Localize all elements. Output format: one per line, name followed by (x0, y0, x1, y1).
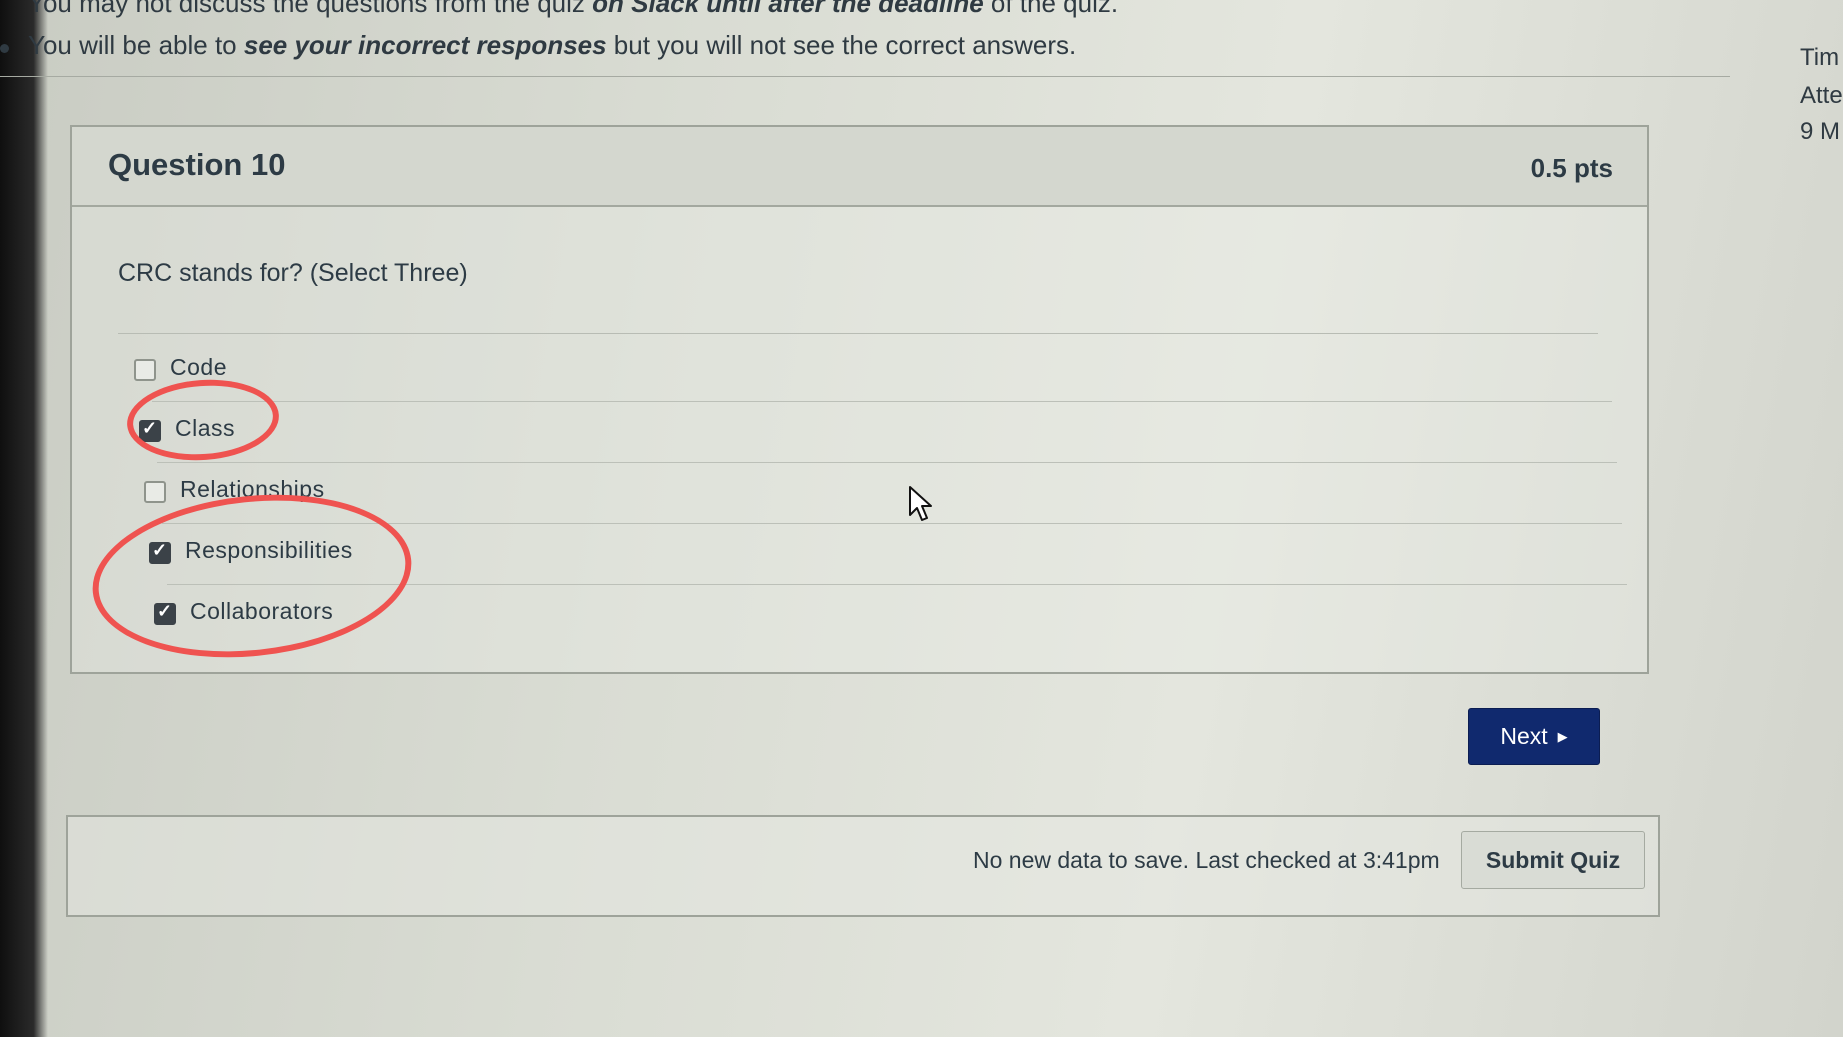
answer-divider (157, 462, 1617, 463)
next-button[interactable]: Next ▶ (1468, 708, 1600, 765)
answer-divider (152, 401, 1612, 402)
question-points: 0.5 pts (1530, 153, 1613, 183)
bullet-icon (0, 44, 9, 53)
monitor-bezel (0, 0, 48, 1037)
next-button-label: Next (1500, 723, 1548, 749)
answer-label[interactable]: Code (170, 354, 227, 381)
instruction-emphasis: see your incorrect responses (243, 30, 607, 60)
answer-checkbox[interactable]: ✓ (134, 359, 156, 381)
answer-checkbox[interactable]: ✓ (144, 481, 166, 503)
submit-quiz-button[interactable]: Submit Quiz (1461, 831, 1645, 889)
quiz-instruction-line: You will be able to see your incorrect r… (28, 30, 1076, 61)
quiz-footer: No new data to save. Last checked at 3:4… (66, 815, 1660, 917)
quiz-instruction-line: You may not discuss the questions from t… (28, 0, 1118, 19)
caret-right-icon: ▶ (1557, 728, 1568, 744)
sidebar-time-label: Tim (1800, 44, 1840, 71)
instructions-divider (0, 76, 1730, 77)
question-title: Question 10 (108, 147, 286, 182)
instruction-emphasis: on Slack until after the deadline (592, 0, 984, 18)
instruction-text: of the quiz. (983, 0, 1119, 18)
question-divider (118, 333, 1598, 334)
mouse-cursor-icon (909, 486, 932, 521)
sidebar-time-value: 9 M (1800, 118, 1841, 145)
question-text: CRC stands for? (Select Three) (118, 259, 468, 287)
sidebar-attempt-label: Atte (1800, 82, 1843, 109)
instruction-text: but you will not see the correct answers… (606, 30, 1077, 60)
instruction-text: You may not discuss the questions from t… (28, 0, 593, 18)
instruction-text: You will be able to (28, 30, 244, 60)
autosave-status: No new data to save. Last checked at 3:4… (973, 847, 1440, 873)
question-header: Question 10 0.5 pts (72, 127, 1647, 207)
